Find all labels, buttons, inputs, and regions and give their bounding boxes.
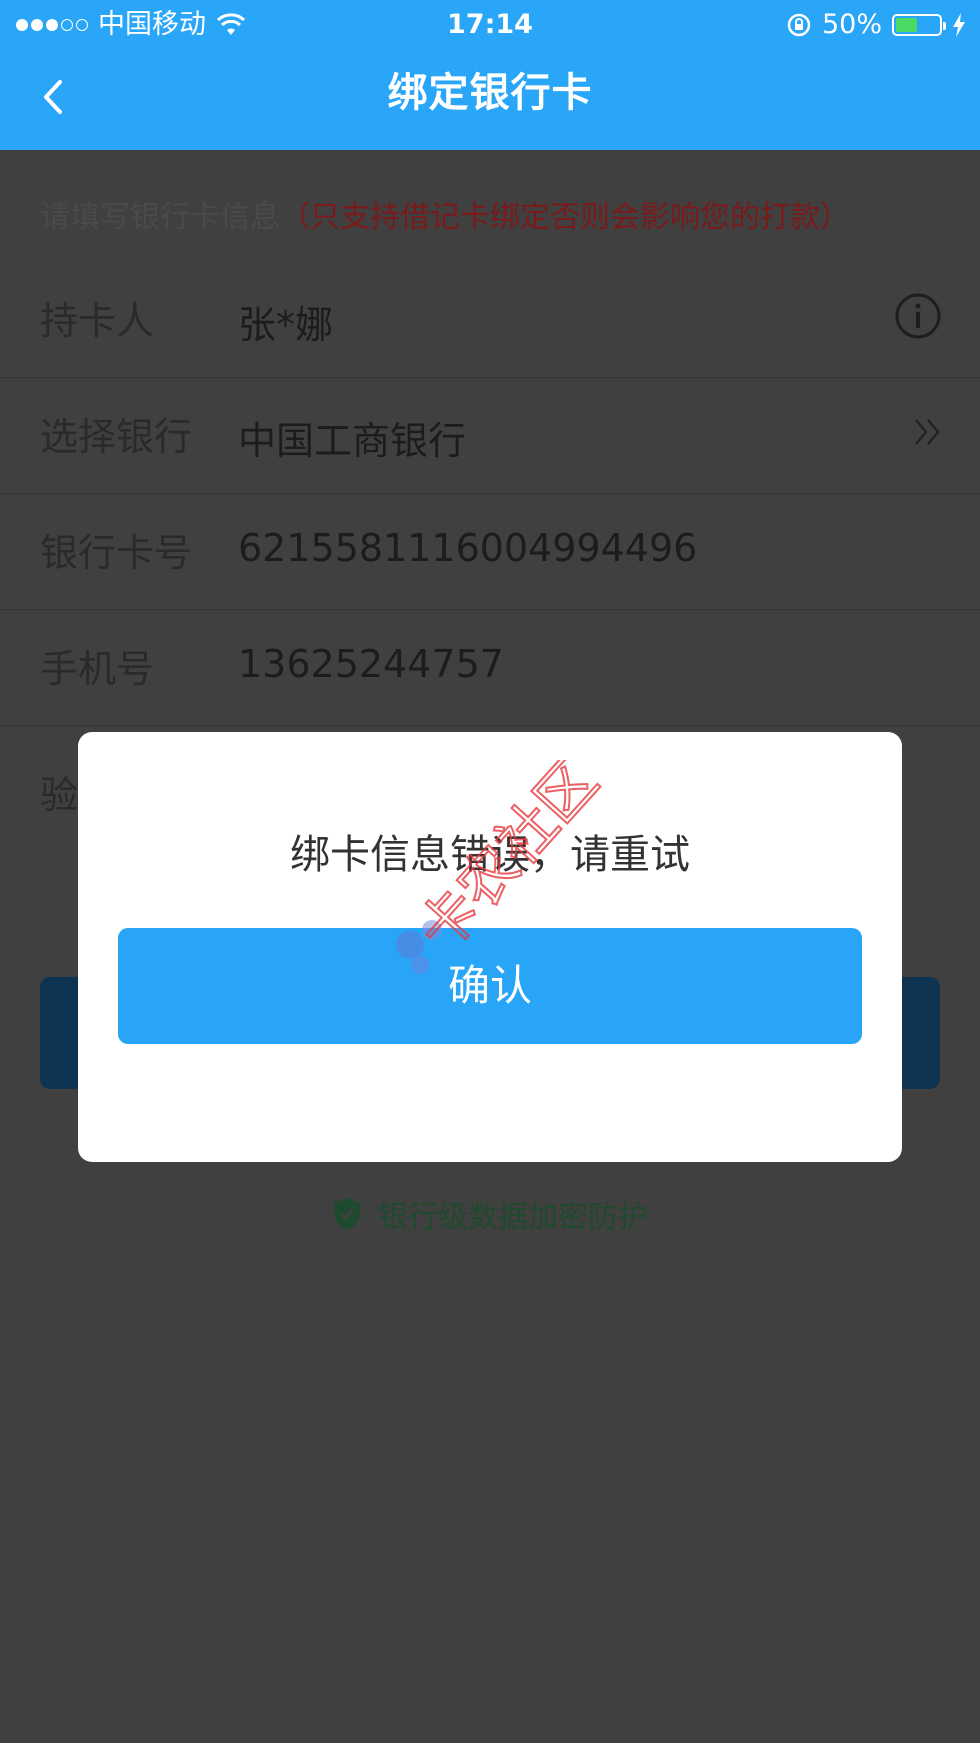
- security-note: 银行级数据加密防护: [0, 1192, 980, 1236]
- page-title: 绑定银行卡: [387, 70, 593, 116]
- row-label: 选择银行: [40, 415, 193, 459]
- row-label: 验: [40, 773, 79, 817]
- row-label: 银行卡号: [40, 531, 193, 575]
- battery-icon: [892, 14, 946, 36]
- chevron-right-icon: [915, 419, 940, 445]
- security-text: 银行级数据加密防护: [378, 1200, 648, 1235]
- row-label: 手机号: [40, 647, 155, 691]
- header-bar: 中国移动 17:14 50% 绑定银行卡: [0, 0, 980, 150]
- card-number-value: 6215581116004994496: [238, 526, 698, 570]
- row-bank[interactable]: 选择银行 中国工商银行: [0, 378, 980, 494]
- row-card-number[interactable]: 银行卡号 6215581116004994496: [0, 494, 980, 610]
- bank-value: 中国工商银行: [238, 419, 467, 463]
- hint-text: 请填写银行卡信息: [40, 200, 280, 235]
- info-icon[interactable]: [894, 292, 942, 340]
- orientation-lock-icon: [787, 13, 811, 37]
- confirm-button[interactable]: 确认: [118, 928, 862, 1044]
- status-bar: 中国移动 17:14 50%: [0, 0, 980, 50]
- form-hint: 请填写银行卡信息（只支持借记卡绑定否则会影响您的打款）: [40, 192, 850, 236]
- hint-warning: （只支持借记卡绑定否则会影响您的打款）: [280, 200, 850, 235]
- cardholder-value: 张*娜: [238, 303, 334, 347]
- dialog-message: 绑卡信息错误，请重试: [290, 832, 690, 878]
- shield-check-icon: [334, 1198, 360, 1230]
- row-phone[interactable]: 手机号 13625244757: [0, 610, 980, 726]
- charging-bolt-icon: [953, 13, 965, 37]
- status-right: 50%: [786, 0, 966, 50]
- row-cardholder: 持卡人 张*娜: [0, 262, 980, 378]
- row-label: 持卡人: [40, 299, 155, 343]
- error-dialog: 绑卡信息错误，请重试 确认: [78, 732, 902, 1162]
- phone-value: 13625244757: [238, 642, 504, 686]
- battery-percent: 50%: [821, 9, 882, 40]
